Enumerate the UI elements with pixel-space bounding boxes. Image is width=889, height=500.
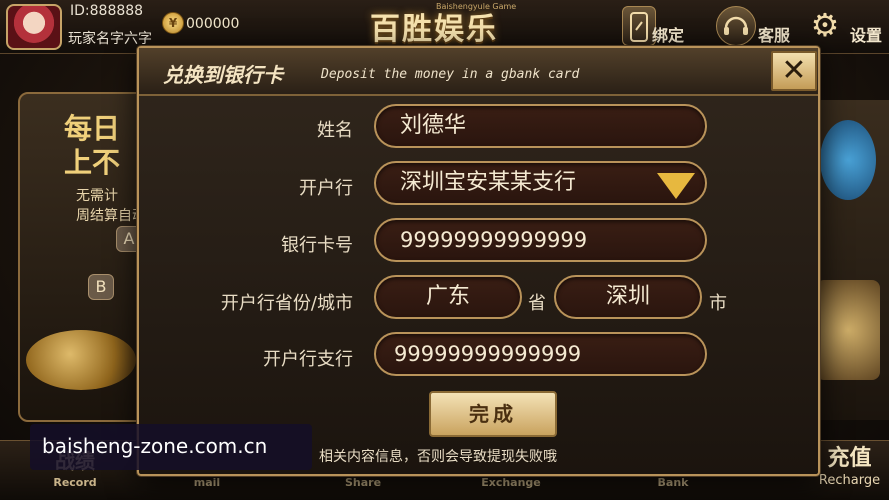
close-icon: ✕ (781, 53, 807, 88)
submit-button[interactable]: 完成 (429, 391, 557, 437)
bind-button[interactable]: 绑定 (622, 6, 692, 48)
site-watermark: baisheng-zone.com.cn (30, 424, 312, 470)
player-avatar[interactable] (6, 4, 62, 50)
dialog-header: 兑换到银行卡 Deposit the money in a gbank card… (139, 48, 818, 96)
cards-game-icon (816, 280, 880, 380)
recharge-button[interactable]: 充值 Recharge (810, 445, 889, 488)
settings-label: 设置 (850, 26, 883, 45)
gold-coins-decoration (26, 330, 136, 390)
province-field[interactable]: 广东 (374, 275, 522, 319)
badge-b: B (88, 274, 114, 300)
bank-withdraw-dialog: 兑换到银行卡 Deposit the money in a gbank card… (137, 46, 820, 476)
coin-balance: 000000 (186, 16, 240, 32)
coin-icon: ¥ (162, 12, 184, 34)
nav-bank-sublabel: Bank (657, 476, 689, 489)
nav-record-sublabel: Record (53, 476, 97, 489)
bind-label: 绑定 (652, 26, 685, 45)
close-button[interactable]: ✕ (771, 51, 817, 91)
settings-button[interactable]: ⚙ 设置 (808, 6, 888, 48)
city-unit: 市 (709, 293, 727, 314)
province-unit: 省 (528, 293, 546, 314)
bank-select-value: 深圳宝安某某支行 (400, 170, 577, 195)
headset-icon (716, 6, 756, 46)
nav-share-sublabel: Share (344, 476, 382, 489)
card-number-label: 银行卡号 (281, 235, 353, 256)
phone-link-icon (622, 6, 656, 46)
branch-field[interactable]: 99999999999999 (374, 332, 707, 376)
game-mascot-icon (820, 120, 876, 200)
nav-exchange-sublabel: Exchange (481, 476, 541, 489)
recharge-sublabel: Recharge (818, 473, 881, 488)
city-field[interactable]: 深圳 (554, 275, 702, 319)
customer-service-label: 客服 (758, 26, 791, 45)
right-game-panel[interactable] (810, 100, 889, 420)
warning-text: 相关内容信息，否则会导致提现失败哦 (319, 449, 557, 465)
bank-select[interactable]: 深圳宝安某某支行 (374, 161, 707, 205)
name-field[interactable]: 刘德华 (374, 104, 707, 148)
dropdown-arrow-icon (657, 173, 695, 199)
customer-service-button[interactable]: 客服 (716, 6, 796, 48)
card-number-field[interactable]: 99999999999999 (374, 218, 707, 262)
recharge-label: 充值 (827, 446, 872, 471)
gear-icon: ⚙ (810, 6, 840, 44)
player-name: 玩家名字六字 (68, 31, 152, 47)
player-id: ID:888888 (70, 3, 144, 19)
branch-label: 开户行支行 (263, 349, 353, 370)
name-label: 姓名 (317, 120, 353, 141)
promo-headline: 每日 上不 (64, 112, 121, 179)
dialog-subtitle: Deposit the money in a gbank card (321, 67, 580, 82)
game-logo: 百胜娱乐 (370, 12, 498, 47)
region-label: 开户行省份/城市 (220, 293, 353, 314)
dialog-title: 兑换到银行卡 (163, 63, 283, 87)
nav-mail-sublabel: mail (193, 476, 221, 489)
bank-label: 开户行 (299, 178, 353, 199)
